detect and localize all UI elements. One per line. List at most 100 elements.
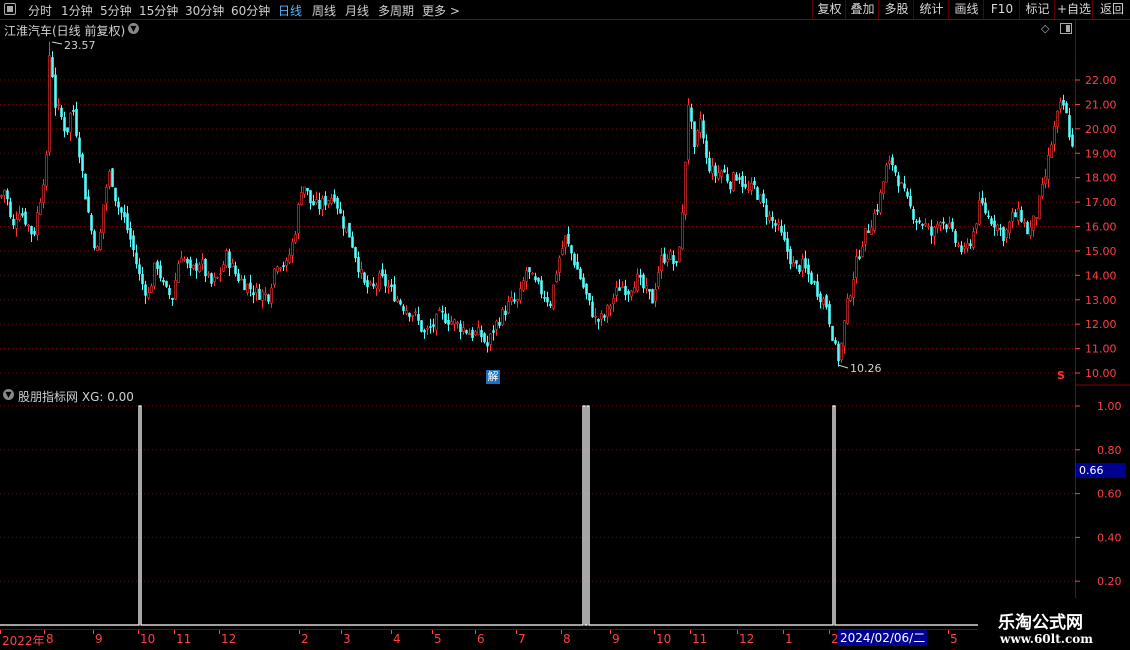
menu-icon[interactable] <box>4 3 16 15</box>
signal-marker[interactable]: S <box>1057 369 1065 382</box>
candle-body <box>1002 227 1005 241</box>
candle-body <box>15 219 18 229</box>
candle-body <box>27 224 30 227</box>
candle-body <box>966 242 969 249</box>
price-axis: 22.00 21.00 20.00 19.00 18.00 17.00 16.00 15.00… <box>1075 20 1130 650</box>
candle-body <box>816 281 819 297</box>
candle-body <box>606 305 609 317</box>
candle-body <box>981 197 984 204</box>
tab-period-daily[interactable]: 日线 <box>278 2 302 19</box>
candle-body <box>588 293 591 301</box>
candle-body <box>621 286 624 289</box>
overlay-button[interactable]: 叠加 <box>845 0 879 19</box>
candle-body <box>417 314 420 321</box>
candle-body <box>543 297 546 299</box>
tab-period-multi[interactable]: 多周期 <box>378 2 414 19</box>
multi-stock-button[interactable]: 多股 <box>878 0 914 19</box>
candle-body <box>276 266 279 272</box>
indicator-chart[interactable] <box>0 385 1075 629</box>
candle-body <box>582 277 585 288</box>
date-tick-label: 11 <box>692 632 708 646</box>
candle-body <box>342 216 345 229</box>
candle-body <box>1029 226 1032 237</box>
candle-body <box>522 280 525 291</box>
candle-body <box>744 183 747 188</box>
candle-body <box>126 213 129 231</box>
candle-body <box>435 313 438 331</box>
candle-body <box>96 246 99 251</box>
candle-body <box>642 274 645 289</box>
tab-period-30min[interactable]: 30分钟 <box>185 2 224 19</box>
candle-body <box>90 215 93 231</box>
date-tick <box>737 630 738 634</box>
candle-body <box>456 322 459 324</box>
adjust-button[interactable]: 复权 <box>812 0 846 19</box>
candle-body <box>957 244 960 247</box>
candle-body <box>909 195 912 207</box>
tab-period-intraday[interactable]: 分时 <box>28 2 52 19</box>
candle-body <box>162 280 165 283</box>
candle-body <box>576 261 579 270</box>
candle-body <box>105 186 108 204</box>
candle-body <box>336 197 339 209</box>
high-price-label: 23.57 <box>64 39 96 52</box>
candle-body <box>1056 110 1059 128</box>
candle-body <box>1053 125 1056 145</box>
candle-body <box>690 107 693 122</box>
candle-body <box>747 188 750 191</box>
candle-body <box>504 310 507 315</box>
candle-body <box>240 278 243 281</box>
unlock-badge[interactable]: 解 <box>486 370 500 384</box>
candle-body <box>324 195 327 206</box>
draw-line-button[interactable]: 画线 <box>948 0 984 19</box>
low-marker-arrow <box>837 364 849 369</box>
candle-body <box>987 215 990 218</box>
candle-body <box>84 173 87 200</box>
tab-period-monthly[interactable]: 月线 <box>345 2 369 19</box>
candle-body <box>510 297 513 302</box>
candle-body <box>540 280 543 295</box>
date-tick-label: 8 <box>46 632 54 646</box>
candle-body <box>393 284 396 302</box>
candle-body <box>489 333 492 345</box>
chevron-down-icon[interactable]: ▼ <box>128 23 139 34</box>
tab-period-weekly[interactable]: 周线 <box>312 2 336 19</box>
tab-period-5min[interactable]: 5分钟 <box>100 2 132 19</box>
candle-body <box>684 161 687 215</box>
tab-period-more[interactable]: 更多 > <box>422 2 460 19</box>
date-tick <box>93 630 94 634</box>
tab-period-1min[interactable]: 1分钟 <box>61 2 93 19</box>
candle-body <box>714 165 717 177</box>
candle-body <box>201 259 204 265</box>
candle-body <box>1011 211 1014 222</box>
statistics-button[interactable]: 统计 <box>913 0 949 19</box>
candle-body <box>963 246 966 249</box>
candle-body <box>741 175 744 187</box>
diamond-icon[interactable]: ◇ <box>1041 22 1049 35</box>
tab-period-60min[interactable]: 60分钟 <box>231 2 270 19</box>
candle-body <box>564 235 567 248</box>
candle-body <box>111 168 114 187</box>
candle-body <box>180 257 183 263</box>
candle-body <box>501 309 504 326</box>
f10-button[interactable]: F10 <box>983 0 1020 19</box>
candle-body <box>186 258 189 264</box>
tab-period-15min[interactable]: 15分钟 <box>139 2 178 19</box>
candle-body <box>705 140 708 158</box>
price-chart[interactable]: 23.57 10.26 <box>0 20 1075 385</box>
candle-body <box>1047 155 1050 180</box>
indicator-grid <box>0 405 1075 582</box>
candle-body <box>609 305 612 310</box>
indicator-chevron-icon[interactable]: ▼ <box>3 389 14 400</box>
candle-body <box>921 224 924 226</box>
panel-toggle-icon[interactable] <box>1060 23 1072 34</box>
candle-body <box>726 174 729 182</box>
candle-body <box>579 268 582 280</box>
candle-body <box>483 333 486 343</box>
mark-button[interactable]: 标记 <box>1019 0 1055 19</box>
candle-body <box>615 287 618 296</box>
candle-body <box>1044 176 1047 185</box>
candle-body <box>696 130 699 146</box>
candle-body <box>495 320 498 330</box>
date-tick <box>391 630 392 634</box>
